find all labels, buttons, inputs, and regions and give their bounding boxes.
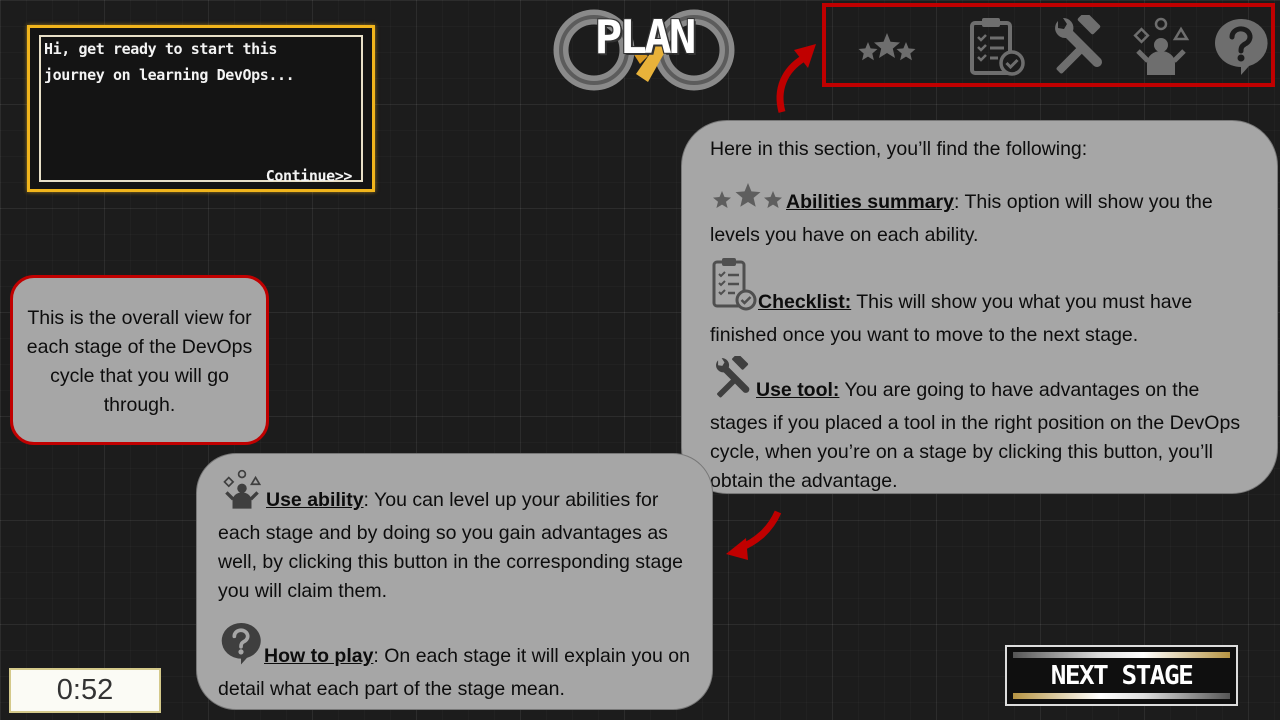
abilities-summary-heading: Abilities summary — [786, 191, 954, 213]
clipboard-checklist-icon — [710, 256, 758, 321]
dialog-box: Hi, get ready to start this journey on l… — [27, 25, 375, 192]
checklist-heading: Checklist: — [758, 291, 852, 313]
stage-title: PLAN — [594, 10, 697, 64]
button-trim-bottom — [1013, 693, 1230, 699]
question-bubble-icon — [218, 620, 264, 675]
how-to-play-button[interactable] — [1210, 15, 1272, 77]
question-bubble-icon — [1215, 18, 1268, 75]
three-stars-icon — [858, 33, 916, 61]
stage-timer: 0:52 — [9, 668, 161, 713]
wrench-hammer-icon — [710, 353, 756, 409]
how-to-play-heading: How to play — [264, 645, 374, 667]
abilities-summary-button[interactable] — [856, 15, 918, 77]
checklist-button[interactable] — [964, 15, 1026, 77]
sections-intro: Here in this section, you’ll find the fo… — [710, 138, 1088, 160]
game-screen: { "dialog": { "text": "Hi, get ready to … — [0, 0, 1280, 720]
wrench-hammer-icon — [1055, 11, 1102, 74]
next-stage-label: NEXT STAGE — [1050, 661, 1194, 691]
next-stage-button[interactable]: NEXT STAGE — [1005, 645, 1238, 706]
use-tool-description: Use tool: You are going to have advantag… — [710, 353, 1257, 496]
ability-howto-callout: Use ability: You can level up your abili… — [196, 453, 713, 710]
person-shapes-icon — [218, 468, 266, 519]
stage-logo: PLAN — [548, 4, 740, 96]
overview-callout: This is the overall view for each stage … — [10, 275, 269, 445]
checklist-description: Checklist: This will show you what you m… — [710, 256, 1257, 350]
clipboard-checklist-icon — [970, 18, 1025, 76]
use-ability-heading: Use ability — [266, 489, 364, 511]
use-tool-heading: Use tool: — [756, 379, 840, 401]
how-to-play-description: How to play: On each stage it will expla… — [218, 620, 694, 704]
use-tool-button[interactable] — [1048, 11, 1110, 77]
abilities-summary-description: Abilities summary: This option will show… — [710, 180, 1257, 250]
overview-text: This is the overall view for each stage … — [26, 307, 253, 416]
use-ability-description: Use ability: You can level up your abili… — [218, 468, 694, 606]
red-arrow-down-icon — [726, 510, 782, 560]
use-ability-button[interactable] — [1130, 15, 1192, 77]
continue-button[interactable]: Continue>> — [266, 167, 353, 185]
toolbar-highlight — [822, 3, 1275, 87]
three-stars-icon — [710, 180, 786, 221]
red-arrow-up-icon — [776, 44, 816, 113]
dialog-text: Hi, get ready to start this journey on l… — [44, 40, 295, 84]
button-trim-top — [1013, 652, 1230, 658]
sections-info-callout: Here in this section, you’ll find the fo… — [681, 120, 1278, 494]
person-shapes-icon — [1133, 17, 1190, 75]
